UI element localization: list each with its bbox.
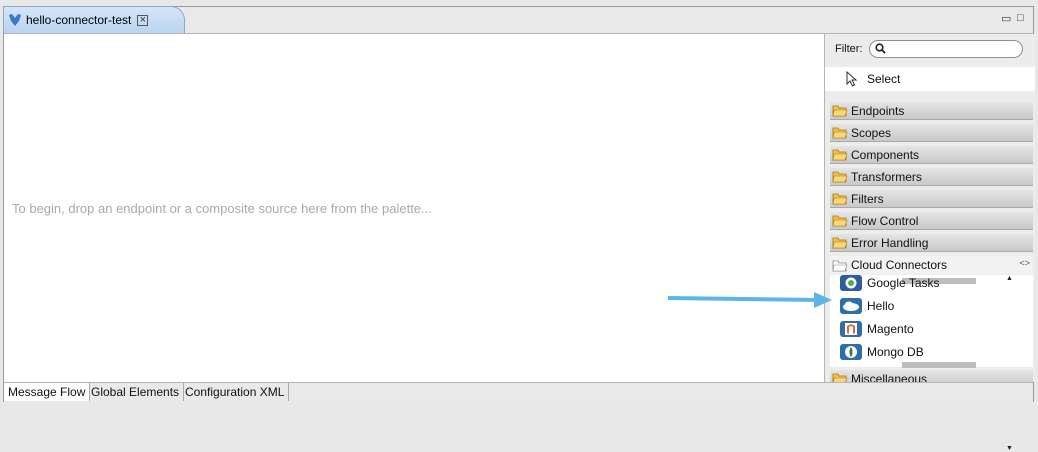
drawer-label: Cloud Connectors: [851, 258, 948, 272]
tab-label: Message Flow: [8, 385, 86, 399]
cloud-icon: [840, 298, 862, 314]
google-tasks-icon: [840, 275, 862, 291]
tab-global-elements[interactable]: Global Elements: [87, 383, 185, 401]
palette-entry-magento[interactable]: Magento: [840, 319, 914, 339]
folder-icon: [832, 237, 848, 249]
magento-icon: [840, 321, 862, 337]
caret-up-icon: ▲: [1006, 275, 1013, 282]
palette-entry-google-tasks[interactable]: Google Tasks: [840, 273, 940, 293]
drawer-endpoints[interactable]: Endpoints: [830, 102, 1033, 120]
scroll-down-button[interactable]: ▼: [902, 362, 1013, 452]
folder-icon: [832, 149, 848, 161]
select-label: Select: [867, 72, 901, 86]
canvas-hint: To begin, drop an endpoint or a composit…: [12, 201, 432, 216]
drawer-label: Flow Control: [851, 213, 919, 228]
minimize-icon[interactable]: ▭: [1001, 12, 1011, 25]
drawer-label: Filters: [851, 191, 884, 206]
editor-bottom-tabs: Message Flow Global Elements Configurati…: [4, 382, 1033, 402]
folder-icon: [832, 193, 848, 205]
caret-down-icon: ▼: [1006, 445, 1013, 452]
mule-icon: [9, 14, 21, 26]
drawer-label: Transformers: [851, 169, 922, 184]
drawer-label: Scopes: [851, 125, 892, 140]
folder-icon: [832, 215, 848, 227]
filter-row: Filter:: [825, 34, 1035, 64]
close-tab-icon[interactable]: ×: [137, 14, 149, 26]
filter-label: Filter:: [835, 43, 863, 55]
palette: Filter: Select Endpoints Scopes Componen…: [824, 34, 1035, 452]
folder-icon: [832, 127, 848, 139]
drawer-transformers[interactable]: Transformers: [830, 168, 1033, 186]
palette-entry-mongo-db[interactable]: Mongo DB: [840, 342, 924, 362]
drawer-scopes[interactable]: Scopes: [830, 124, 1033, 142]
search-icon: [874, 43, 886, 54]
editor-tab-bar: hello-connector-test × ▭ □: [3, 6, 1033, 34]
drawer-components[interactable]: Components: [830, 146, 1033, 164]
tab-label: Configuration XML: [185, 385, 285, 399]
drawer-label: Endpoints: [851, 103, 905, 118]
expand-drawer-icon[interactable]: <>: [1019, 258, 1030, 268]
flow-editor: hello-connector-test × ▭ □ To begin, dro…: [3, 6, 1035, 452]
editor-tab[interactable]: hello-connector-test ×: [3, 6, 185, 33]
drawer-cloud-connectors[interactable]: Cloud Connectors <>: [830, 256, 1033, 274]
drawer-label: Components: [851, 147, 920, 162]
annotation-arrow: [668, 292, 832, 308]
entry-label: Hello: [867, 299, 895, 313]
drawer-filters[interactable]: Filters: [830, 190, 1033, 208]
tab-label: Global Elements: [91, 385, 180, 399]
tab-configuration-xml[interactable]: Configuration XML: [181, 383, 290, 401]
drawer-error-handling[interactable]: Error Handling: [830, 234, 1033, 252]
palette-entry-hello[interactable]: Hello: [840, 296, 894, 316]
drawer-flow-control[interactable]: Flow Control: [830, 212, 1033, 230]
drawer-label: Error Handling: [851, 235, 929, 250]
entry-label: Google Tasks: [867, 276, 940, 290]
open-folder-icon: [832, 260, 848, 271]
maximize-icon[interactable]: □: [1017, 12, 1024, 24]
mongodb-icon: [840, 344, 862, 360]
filter-input[interactable]: [868, 40, 1023, 58]
cloud-connectors-list: ▲ Google Tasks Hello Magento Mongo DB ▼: [830, 273, 1033, 452]
select-tool[interactable]: Select: [825, 67, 1035, 91]
tab-message-flow[interactable]: Message Flow: [4, 383, 91, 401]
folder-icon: [832, 105, 848, 117]
entry-label: Magento: [867, 322, 914, 336]
pointer-icon: [846, 71, 858, 87]
editor-tab-title: hello-connector-test: [26, 13, 132, 27]
folder-icon: [832, 171, 848, 183]
flow-canvas[interactable]: To begin, drop an endpoint or a composit…: [4, 34, 823, 382]
entry-label: Mongo DB: [867, 345, 924, 359]
